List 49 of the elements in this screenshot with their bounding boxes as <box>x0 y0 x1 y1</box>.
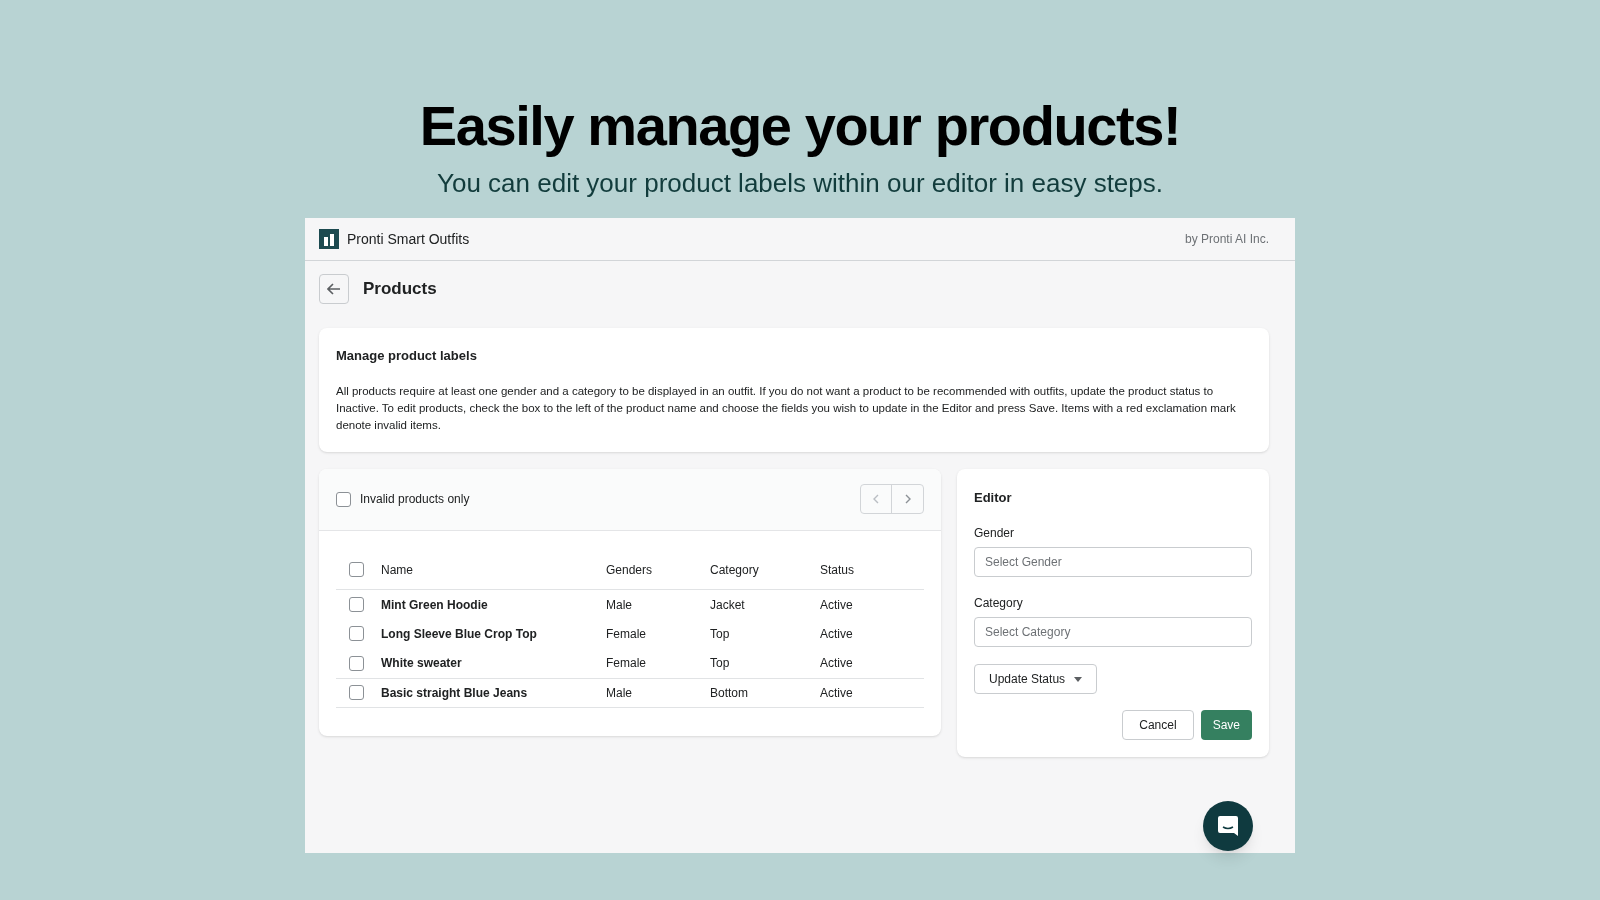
cancel-button[interactable]: Cancel <box>1122 710 1194 740</box>
table-cell: Top <box>710 656 730 670</box>
table-cell: Active <box>820 685 853 700</box>
column-header: Genders <box>606 562 653 577</box>
editor-title: Editor <box>974 488 1013 507</box>
checkbox[interactable] <box>349 597 364 612</box>
field-label: Category <box>974 595 1024 612</box>
field-label: Gender <box>974 525 1016 542</box>
checkbox[interactable] <box>349 562 364 578</box>
app-title: Pronti Smart Outfits <box>347 229 470 249</box>
chat-icon <box>1217 815 1239 837</box>
table-cell: Active <box>820 656 853 670</box>
save-button[interactable]: Save <box>1200 710 1252 740</box>
table-cell: Top <box>710 626 730 641</box>
column-header: Status <box>820 562 855 577</box>
checkbox[interactable] <box>349 655 364 671</box>
filter-label: Invalid products only <box>360 491 470 508</box>
caret-down-icon <box>1074 676 1083 682</box>
product-name: Mint Green Hoodie <box>381 597 488 612</box>
chevron-left-icon <box>873 494 879 504</box>
page-title: Products <box>363 278 437 301</box>
vendor-label: by Pronti AI Inc. <box>1184 231 1269 248</box>
update-status-button[interactable]: Update Status <box>974 664 1098 694</box>
table-cell: Jacket <box>710 597 745 612</box>
product-name: Basic straight Blue Jeans <box>381 685 528 700</box>
input-field[interactable]: Select Category <box>974 617 1252 647</box>
checkbox[interactable] <box>336 491 351 507</box>
card-description: All products require at least one gender and a category to be displayed in an outfit. If you do not want a product to be recommended with outfits, update the product status to Inactive. To edit products, check the box to the left of the product name and choose the fields you wish to update in the Editor and press Save. Items with a red exclamation mark denote invalid items. <box>336 383 1237 433</box>
chevron-right-icon <box>904 494 911 504</box>
table-cell: Female <box>606 626 646 641</box>
checkbox[interactable] <box>349 685 364 701</box>
card-title: Manage product labels <box>336 347 478 365</box>
subheadline: You can edit your product labels within our editor in easy steps. <box>437 167 1163 200</box>
table-cell: Bottom <box>710 685 748 700</box>
back-button[interactable] <box>319 274 349 304</box>
table-cell: Male <box>606 685 632 700</box>
table-cell: Active <box>820 597 853 612</box>
table-cell: Female <box>606 656 646 670</box>
input-field[interactable]: Select Gender <box>974 547 1252 577</box>
column-header: Category <box>710 562 759 577</box>
product-name: Long Sleeve Blue Crop Top <box>381 626 537 641</box>
back-arrow-icon <box>327 283 341 295</box>
column-header: Name <box>381 562 413 577</box>
headline: Easily manage your products! <box>419 93 1181 159</box>
table-cell: Male <box>606 597 632 612</box>
checkbox[interactable] <box>349 626 364 642</box>
table-cell: Active <box>820 626 853 641</box>
product-name: White sweater <box>381 656 462 670</box>
logo-icon <box>319 229 339 249</box>
